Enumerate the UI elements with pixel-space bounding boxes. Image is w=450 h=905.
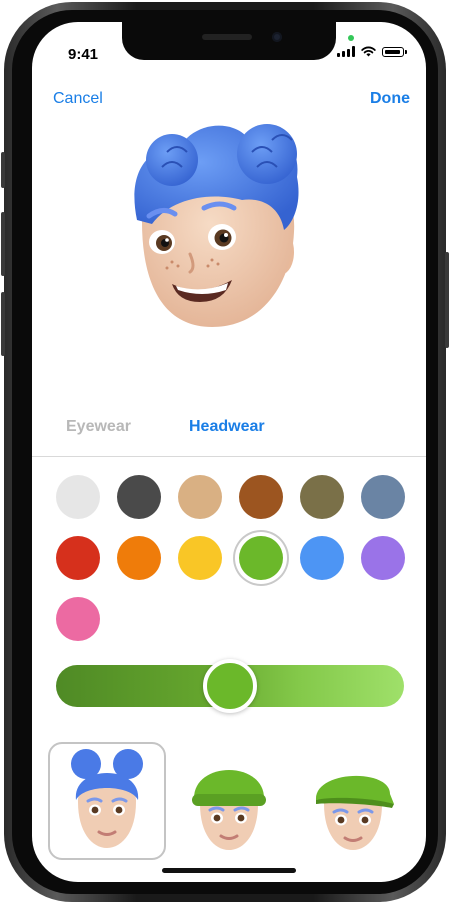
color-swatch-green[interactable]	[239, 536, 283, 580]
cellular-signal-icon	[337, 46, 355, 57]
memoji-flat-cap-thumb	[315, 775, 394, 850]
speaker-grille	[202, 34, 252, 40]
memoji-no-headwear-thumb	[71, 749, 143, 848]
status-time: 9:41	[68, 46, 99, 63]
screen: 9:41 Cancel Done Eyewear Headwear	[32, 22, 426, 882]
color-swatch-orange[interactable]	[117, 536, 161, 580]
power-button	[445, 252, 449, 348]
color-swatch-slate-blue[interactable]	[361, 475, 405, 519]
category-tabs: Eyewear Headwear	[32, 414, 426, 444]
color-swatch-dark-gray[interactable]	[117, 475, 161, 519]
variant-flat-cap[interactable]	[294, 742, 412, 860]
color-swatch-olive[interactable]	[300, 475, 344, 519]
color-swatch-light-gray[interactable]	[56, 475, 100, 519]
memoji-face	[134, 124, 299, 327]
front-camera	[272, 32, 282, 42]
notch	[122, 22, 336, 60]
color-swatch-brown[interactable]	[239, 475, 283, 519]
color-swatch-yellow[interactable]	[178, 536, 222, 580]
color-swatch-blue[interactable]	[300, 536, 344, 580]
color-swatch-pink[interactable]	[56, 597, 100, 641]
variant-beanie[interactable]	[170, 742, 288, 860]
color-swatch-tan[interactable]	[178, 475, 222, 519]
status-icons	[337, 46, 407, 57]
variant-no-headwear[interactable]	[48, 742, 166, 860]
color-swatch-red[interactable]	[56, 536, 100, 580]
mute-switch	[1, 152, 5, 188]
done-button[interactable]: Done	[370, 90, 410, 108]
divider	[32, 456, 426, 457]
tab-eyewear[interactable]: Eyewear	[66, 418, 131, 436]
navigation-bar: Cancel Done	[32, 84, 426, 114]
cancel-button[interactable]: Cancel	[53, 90, 103, 108]
memoji-beanie-thumb	[192, 770, 266, 850]
wifi-icon	[361, 46, 376, 57]
privacy-indicator-icon	[348, 35, 354, 41]
tab-headwear[interactable]: Headwear	[189, 418, 265, 436]
memoji-preview	[134, 124, 299, 327]
battery-icon	[382, 47, 407, 57]
volume-up-button	[1, 212, 5, 276]
home-indicator[interactable]	[162, 868, 296, 873]
volume-down-button	[1, 292, 5, 356]
shade-slider-thumb[interactable]	[203, 659, 257, 713]
color-swatch-purple[interactable]	[361, 536, 405, 580]
